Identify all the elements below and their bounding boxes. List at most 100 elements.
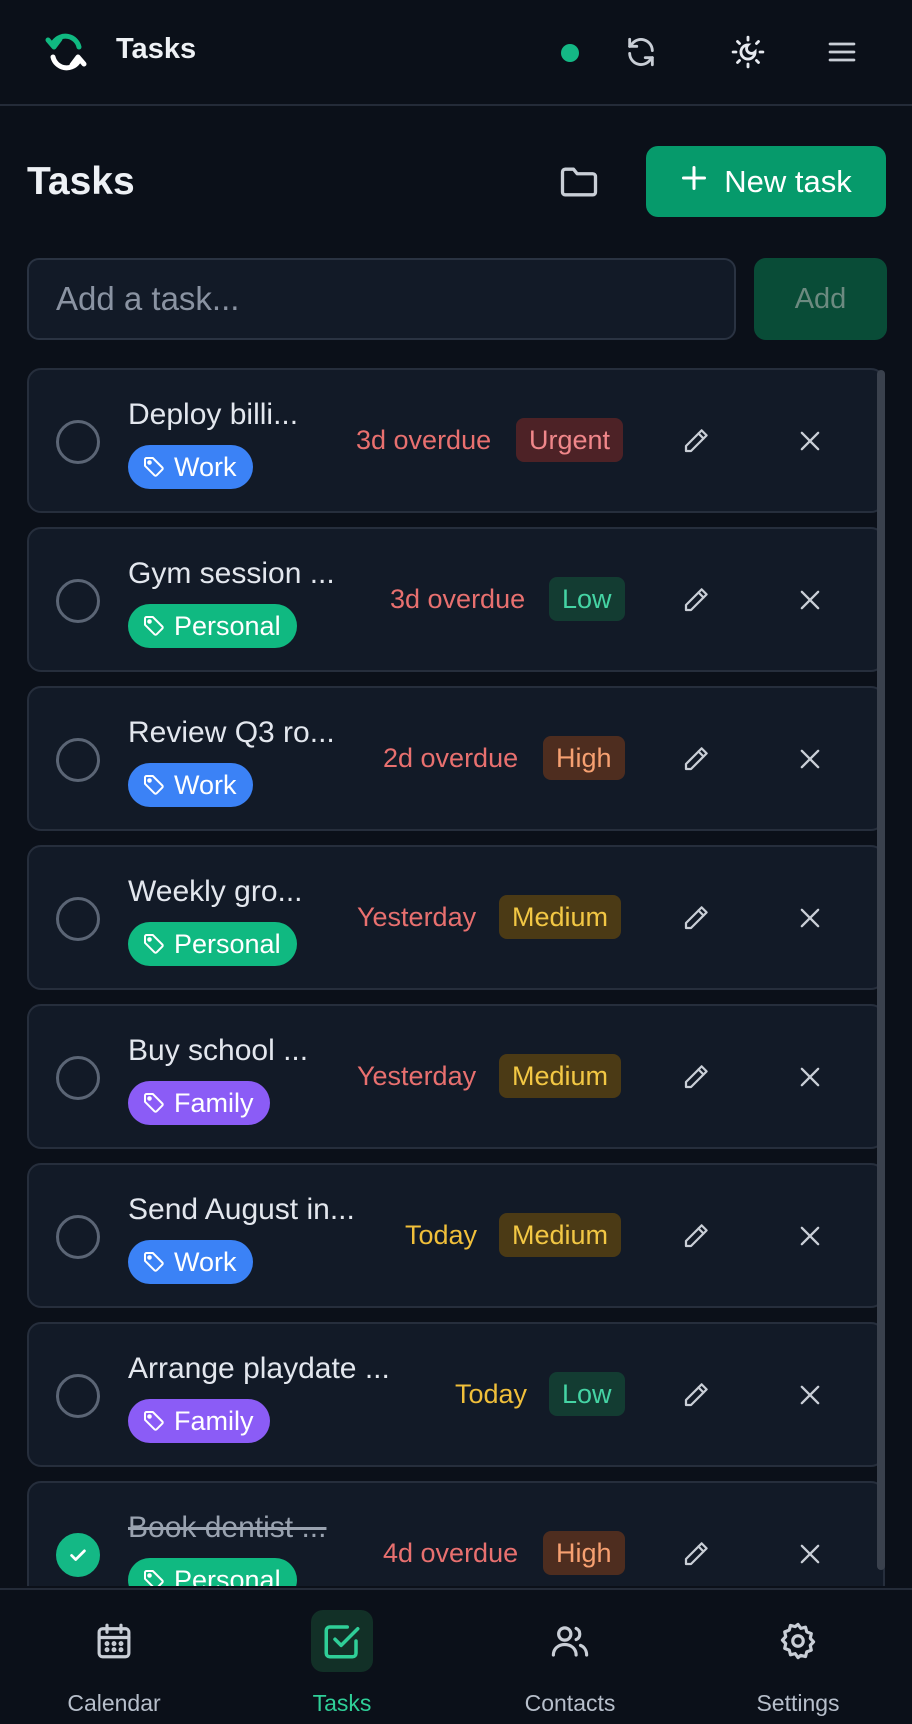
task-checkbox[interactable]	[56, 738, 100, 782]
delete-icon[interactable]	[791, 899, 829, 937]
task-row[interactable]: Buy school ... Family Yesterday Medium	[27, 1004, 885, 1149]
task-title: Book dentist ...	[128, 1511, 327, 1544]
top-bar: Tasks	[0, 0, 912, 106]
edit-icon[interactable]	[677, 740, 715, 778]
nav-label-contacts: Contacts	[524, 1690, 616, 1716]
task-title: Buy school ...	[128, 1034, 309, 1067]
edit-icon[interactable]	[677, 1535, 715, 1573]
tag-label: Family	[174, 1087, 254, 1118]
tag-label: Personal	[174, 610, 281, 641]
edit-icon[interactable]	[677, 899, 715, 937]
add-task-row: Add	[27, 258, 887, 340]
tag-icon	[142, 1250, 166, 1274]
task-title: Send August in...	[128, 1193, 355, 1226]
due-label: Yesterday	[357, 902, 477, 932]
task-row[interactable]: Gym session ... Personal 3d overdue Low	[27, 527, 885, 672]
add-task-input[interactable]	[27, 258, 736, 340]
tag-badge[interactable]: Personal	[128, 922, 297, 966]
nav-label-tasks: Tasks	[312, 1690, 372, 1716]
priority-badge: Medium	[499, 1054, 622, 1098]
priority-badge: Low	[549, 1372, 625, 1416]
nav-contacts[interactable]: Contacts	[470, 1590, 670, 1724]
priority-badge: High	[543, 736, 625, 780]
edit-icon[interactable]	[677, 422, 715, 460]
due-label: Today	[405, 1220, 478, 1250]
tag-badge[interactable]: Work	[128, 763, 253, 807]
task-checkbox[interactable]	[56, 1056, 100, 1100]
app-title: Tasks	[116, 33, 197, 65]
tag-icon	[142, 1568, 166, 1586]
page-title: Tasks	[27, 160, 135, 203]
due-label: Yesterday	[357, 1061, 477, 1091]
task-checkbox[interactable]	[56, 420, 100, 464]
tag-label: Work	[174, 769, 237, 800]
tag-icon	[142, 1091, 166, 1115]
delete-icon[interactable]	[791, 1376, 829, 1414]
task-checkbox[interactable]	[56, 897, 100, 941]
tag-icon	[142, 1409, 166, 1433]
task-row[interactable]: Arrange playdate ... Family Today Low	[27, 1322, 885, 1467]
due-label: 4d overdue	[383, 1538, 519, 1568]
folder-icon[interactable]	[555, 158, 603, 206]
task-title: Arrange playdate ...	[128, 1352, 390, 1385]
tag-badge[interactable]: Personal	[128, 604, 297, 648]
tag-badge[interactable]: Work	[128, 1240, 253, 1284]
nav-settings[interactable]: Settings	[698, 1590, 898, 1724]
tag-label: Work	[174, 1246, 237, 1277]
tag-badge[interactable]: Personal	[128, 1558, 297, 1586]
priority-badge: Medium	[499, 895, 622, 939]
nav-calendar[interactable]: Calendar	[14, 1590, 214, 1724]
task-checkbox[interactable]	[56, 1374, 100, 1418]
edit-icon[interactable]	[677, 581, 715, 619]
priority-badge: Low	[549, 577, 625, 621]
scrollbar[interactable]	[877, 370, 885, 1570]
tag-badge[interactable]: Work	[128, 445, 253, 489]
task-checkbox[interactable]	[56, 579, 100, 623]
delete-icon[interactable]	[791, 1535, 829, 1573]
task-checkbox[interactable]	[56, 1215, 100, 1259]
due-label: 2d overdue	[383, 743, 519, 773]
task-row[interactable]: Book dentist ... Personal 4d overdue High	[27, 1481, 885, 1586]
delete-icon[interactable]	[791, 581, 829, 619]
new-task-label: New task	[724, 163, 852, 199]
tag-badge[interactable]: Family	[128, 1081, 270, 1125]
theme-icon[interactable]	[728, 32, 768, 72]
task-row[interactable]: Review Q3 ro... Work 2d overdue High	[27, 686, 885, 831]
menu-icon[interactable]	[822, 32, 862, 72]
nav-label-calendar: Calendar	[67, 1690, 161, 1716]
task-title: Gym session ...	[128, 557, 335, 590]
tag-label: Personal	[174, 1564, 281, 1587]
tasks-icon	[311, 1610, 373, 1672]
edit-icon[interactable]	[677, 1058, 715, 1096]
status-indicator	[561, 44, 579, 62]
delete-icon[interactable]	[791, 1217, 829, 1255]
priority-badge: Urgent	[516, 418, 624, 462]
delete-icon[interactable]	[791, 740, 829, 778]
task-row[interactable]: Send August in... Work Today Medium	[27, 1163, 885, 1308]
new-task-button[interactable]: New task	[646, 146, 886, 217]
due-label: 3d overdue	[356, 425, 492, 455]
sync-icon[interactable]	[621, 32, 661, 72]
tag-label: Personal	[174, 928, 281, 959]
add-button[interactable]: Add	[754, 258, 887, 340]
tag-icon	[142, 614, 166, 638]
contacts-icon	[539, 1610, 601, 1672]
task-row[interactable]: Deploy billi... Work 3d overdue Urgent	[27, 368, 885, 513]
tag-badge[interactable]: Family	[128, 1399, 270, 1443]
task-row[interactable]: Weekly gro... Personal Yesterday Medium	[27, 845, 885, 990]
nav-tasks[interactable]: Tasks	[242, 1590, 442, 1724]
due-label: Today	[455, 1379, 528, 1409]
delete-icon[interactable]	[791, 1058, 829, 1096]
task-title: Deploy billi...	[128, 398, 299, 431]
task-title: Weekly gro...	[128, 875, 303, 908]
checked-checkbox[interactable]	[56, 1533, 100, 1577]
tag-label: Work	[174, 451, 237, 482]
edit-icon[interactable]	[677, 1217, 715, 1255]
edit-icon[interactable]	[677, 1376, 715, 1414]
tag-icon	[142, 455, 166, 479]
tag-icon	[142, 932, 166, 956]
tag-icon	[142, 773, 166, 797]
sync-logo-icon	[44, 30, 88, 74]
delete-icon[interactable]	[791, 422, 829, 460]
task-title: Review Q3 ro...	[128, 716, 335, 749]
